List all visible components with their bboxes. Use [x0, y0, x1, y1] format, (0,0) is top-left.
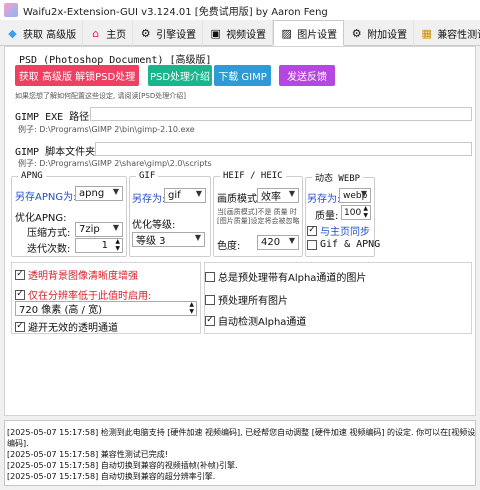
apng-save-as-label: 另存APNG为: — [15, 192, 77, 203]
apng-iterations-value: 1 — [101, 240, 108, 251]
gimp-script-path-input[interactable] — [95, 142, 472, 156]
chevron-down-icon: ▼ — [112, 223, 119, 232]
chevron-down-icon: ▼ — [194, 233, 201, 242]
apng-iterations-spinbox[interactable]: 1 ▲ ▼ — [75, 238, 123, 253]
apng-compressor-value: 7zip — [79, 224, 100, 235]
gear-icon: ⚙ — [140, 26, 151, 40]
psd-intro-button[interactable]: PSD处理介绍 — [148, 65, 212, 86]
compat-icon: ▦ — [421, 26, 432, 40]
image-settings-panel: PSD (Photoshop Document) [高级版] 获取 高级版 解锁… — [4, 46, 476, 416]
checkbox-check-icon: ✓ — [15, 269, 25, 280]
tab-home[interactable]: ⌂ 主页 — [83, 20, 134, 46]
apng-save-as-select[interactable]: apng ▼ — [75, 186, 123, 201]
settings-icon: ⚙ — [351, 26, 362, 40]
chevron-down-icon: ▼ — [112, 187, 119, 196]
heif-quality-mode-label: 画质模式: — [217, 194, 261, 205]
checkbox-empty-icon — [205, 271, 215, 282]
checkbox-check-icon: ✓ — [205, 315, 215, 326]
heif-note: 当[画质模式]不是 质量 时 [图片质量]设定将会被忽略 — [217, 208, 300, 225]
webp-sync-checkbox[interactable]: ✓ 与主页同步 — [307, 223, 370, 238]
checkbox-check-icon: ✓ — [15, 321, 25, 332]
spin-arrows-icon[interactable]: ▲ ▼ — [363, 205, 368, 219]
apng-compressor-label: 压缩方式: — [27, 228, 71, 239]
webp-quality-spinbox[interactable]: 100 ▲ ▼ — [341, 205, 371, 220]
apng-save-as-value: apng — [79, 188, 105, 199]
gif-group-title: GIF — [139, 171, 156, 181]
gimp-exe-path-input[interactable] — [90, 107, 472, 121]
app-logo-icon — [4, 3, 18, 17]
apng-compressor-select[interactable]: 7zip ▼ — [75, 222, 123, 237]
log-line: [2025-05-07 15:17:58] 检测到此电脑支持 [硬件加速 视频编… — [7, 428, 476, 437]
gif-level-value: 等级 3 — [136, 236, 166, 247]
log-line: [2025-05-07 15:17:58] 兼容性测试已完成! — [7, 450, 168, 459]
window-title: Waifu2x-Extension-GUI v3.124.01 [免费试用版] … — [23, 6, 328, 18]
preprocess-all-images-checkbox[interactable]: 预处理所有图片 — [205, 292, 288, 307]
checkbox-empty-icon — [205, 294, 215, 305]
log-line: [2025-05-07 15:17:58] 自动切换到兼容的视频插帧(补帧)引擎… — [7, 461, 238, 470]
transparent-enhance-checkbox[interactable]: ✓ 透明背景图像清晰度增强 — [15, 267, 138, 282]
resolution-threshold-spinbox[interactable]: 720 像素 (高 / 宽) ▲ ▼ — [15, 301, 197, 316]
resolution-value: 720 像素 (高 / 宽) — [19, 305, 102, 316]
resolution-threshold-checkbox[interactable]: ✓ 仅在分辨率低于此值时启用: — [15, 287, 151, 302]
checkbox-check-icon: ✓ — [307, 225, 317, 236]
tab-image-settings[interactable]: ▨ 图片设置 — [273, 20, 345, 46]
apng-optimize-label: 优化APNG: — [15, 213, 67, 224]
log-line: [2025-05-07 15:17:58] 自动切换到兼容的超分辨率引擎. — [7, 472, 216, 481]
gimp-exe-example: 例子: D:\Programs\GIMP 2\bin\gimp-2.10.exe — [18, 125, 195, 134]
heif-quality-mode-select[interactable]: 效率 ▼ — [257, 188, 299, 203]
tab-get-premium[interactable]: ◆ 获取 高级版 — [0, 20, 84, 46]
video-icon: ▣ — [210, 26, 221, 40]
always-preprocess-alpha-checkbox[interactable]: 总是预处理带有Alpha通道的图片 — [205, 269, 366, 284]
checkbox-empty-icon — [307, 239, 317, 250]
apng-iterations-label: 迭代次数: — [27, 244, 71, 255]
heif-quality-mode-value: 效率 — [261, 192, 281, 203]
home-icon: ⌂ — [92, 26, 100, 40]
checkbox-check-icon: ✓ — [15, 289, 25, 300]
diamond-icon: ◆ — [8, 26, 17, 40]
send-feedback-button[interactable]: 发送反馈 — [279, 65, 335, 86]
webp-gif-apng-checkbox[interactable]: Gif & APNG — [307, 239, 380, 250]
tab-additional-settings[interactable]: ⚙ 附加设置 — [344, 20, 415, 46]
chevron-down-icon: ▼ — [195, 189, 202, 198]
webp-save-as-select[interactable]: webp ▼ — [339, 188, 371, 203]
heif-group-title: HEIF / HEIC — [223, 171, 283, 181]
auto-detect-alpha-checkbox[interactable]: ✓ 自动检测Alpha通道 — [205, 313, 306, 328]
psd-heading: PSD (Photoshop Document) [高级版] — [19, 55, 212, 66]
skip-invalid-alpha-checkbox[interactable]: ✓ 避开无效的透明通道 — [15, 319, 118, 334]
chevron-down-icon: ▼ — [288, 236, 295, 245]
download-gimp-button[interactable]: 下载 GIMP — [214, 65, 271, 86]
tab-engine-settings[interactable]: ⚙ 引擎设置 — [133, 20, 204, 46]
spin-arrows-icon[interactable]: ▲ ▼ — [189, 301, 194, 315]
tab-bar: ◆ 获取 高级版 ⌂ 主页 ⚙ 引擎设置 ▣ 视频设置 ▨ 图片设置 ⚙ 附加设置 ▦ 兼容性… — [0, 20, 480, 46]
tab-video-settings[interactable]: ▣ 视频设置 — [203, 20, 274, 46]
gimp-script-label: GIMP 脚本文件夹: — [15, 147, 102, 158]
tab-compat-test[interactable]: ▦兼容性测试 — [414, 20, 480, 46]
spin-arrows-icon[interactable]: ▲ ▼ — [115, 238, 120, 252]
title-bar: Waifu2x-Extension-GUI v3.124.01 [免费试用版] … — [0, 0, 480, 20]
log-line: 编码]. — [7, 439, 29, 448]
psd-hint: 如果您想了解如何配置这些设定, 请阅读[PSD处理介绍] — [15, 92, 186, 100]
gif-level-select[interactable]: 等级 3 ▼ — [132, 232, 205, 247]
chevron-down-icon: ▼ — [288, 189, 295, 198]
image-icon: ▨ — [281, 26, 292, 40]
gif-save-as-select[interactable]: gif ▼ — [164, 188, 206, 203]
chevron-down-icon: ▼ — [360, 189, 367, 198]
get-premium-unlock-psd-button[interactable]: 获取 高级版 解锁PSD处理 — [15, 65, 139, 86]
gif-optimize-label: 优化等级: — [132, 220, 176, 231]
heif-chroma-value: 420 — [261, 237, 281, 248]
gimp-script-example: 例子: D:\Programs\GIMP 2\share\gimp\2.0\sc… — [18, 159, 212, 168]
webp-group-title: 动态 WEBP — [315, 174, 361, 184]
heif-chroma-select[interactable]: 420 ▼ — [257, 235, 299, 250]
webp-quality-label: 质量: — [315, 211, 339, 222]
webp-quality-value: 100 — [344, 207, 362, 218]
gimp-exe-label: GIMP EXE 路径: — [15, 112, 96, 123]
apng-group-title: APNG — [21, 171, 43, 181]
heif-chroma-label: 色度: — [217, 241, 241, 252]
gif-save-as-label: 另存为: — [132, 194, 166, 205]
log-panel[interactable]: [2025-05-07 15:17:58] 检测到此电脑支持 [硬件加速 视频编… — [4, 420, 476, 486]
webp-save-as-label: 另存为: — [307, 194, 341, 205]
gif-save-as-value: gif — [168, 190, 181, 201]
